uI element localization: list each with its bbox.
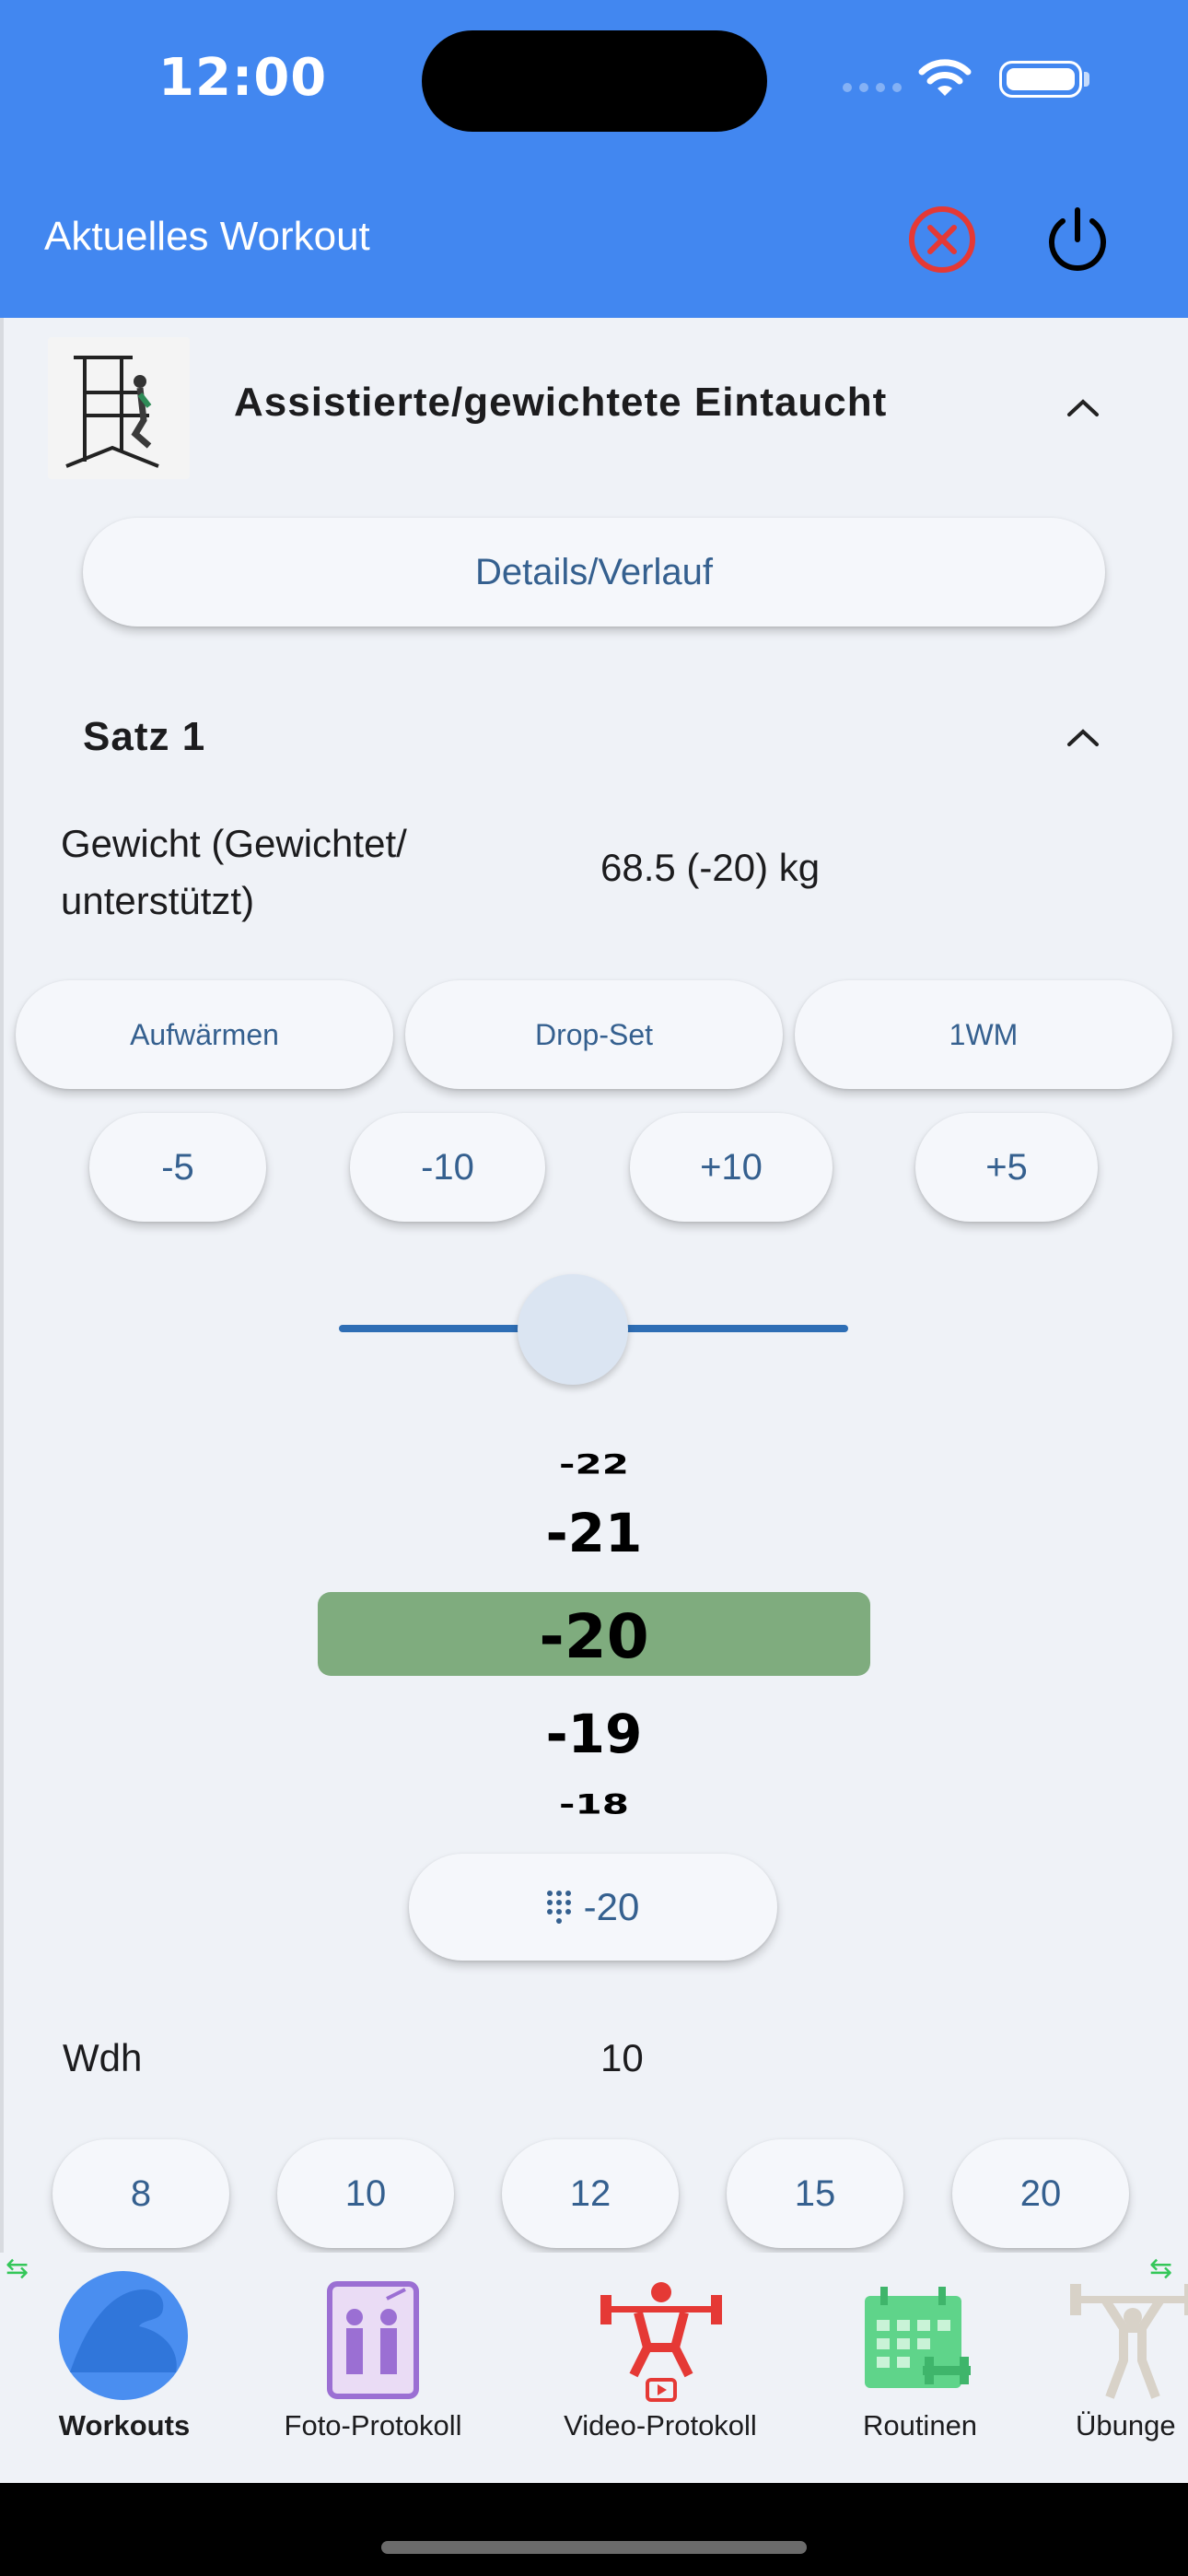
nav-video-log[interactable]: Video-Protokoll bbox=[534, 2253, 787, 2483]
picker-value[interactable]: -21 bbox=[318, 1502, 870, 1564]
dynamic-island bbox=[422, 30, 767, 132]
drop-set-button[interactable]: Drop-Set bbox=[405, 980, 783, 1089]
status-time: 12:00 bbox=[158, 48, 328, 108]
nav-photo-log[interactable]: Foto-Protokoll bbox=[249, 2253, 497, 2483]
picker-value[interactable]: -18 bbox=[318, 1788, 870, 1814]
nav-exercises[interactable]: Übunge bbox=[1059, 2253, 1188, 2483]
nav-label: Übunge bbox=[1076, 2409, 1176, 2441]
step-minus-10-button[interactable]: -10 bbox=[350, 1113, 545, 1222]
home-bar-area bbox=[0, 2483, 1188, 2576]
reps-option-button[interactable]: 8 bbox=[52, 2139, 229, 2248]
picker-value[interactable]: -22 bbox=[318, 1448, 870, 1480]
cancel-workout-button[interactable] bbox=[907, 205, 977, 275]
bottom-navigation: ⇆ ⇆ Workouts Foto-Protokoll Video-Protok… bbox=[0, 2253, 1188, 2483]
reps-option-button[interactable]: 10 bbox=[277, 2139, 454, 2248]
collapse-set-icon[interactable] bbox=[1065, 726, 1101, 748]
warmup-button[interactable]: Aufwärmen bbox=[16, 980, 393, 1089]
battery-icon bbox=[999, 61, 1082, 98]
exercise-thumbnail[interactable] bbox=[48, 337, 190, 479]
weight-slider-thumb[interactable] bbox=[518, 1274, 629, 1385]
set-title: Satz 1 bbox=[83, 714, 206, 759]
details-history-button[interactable]: Details/Verlauf bbox=[83, 518, 1105, 626]
reps-value: 10 bbox=[600, 2036, 644, 2079]
battery-tip bbox=[1084, 72, 1089, 87]
weight-label: Gewicht (Gewichtet/ unterstützt) bbox=[61, 822, 407, 922]
one-rep-max-button[interactable]: 1WM bbox=[795, 980, 1172, 1089]
nav-workouts[interactable]: Workouts bbox=[0, 2253, 249, 2483]
collapse-exercise-icon[interactable] bbox=[1065, 396, 1101, 418]
weight-value: 68.5 (-20) kg bbox=[600, 846, 821, 889]
mirror-photo-icon bbox=[327, 2281, 419, 2399]
home-indicator[interactable] bbox=[381, 2541, 807, 2554]
cellular-signal-icon bbox=[843, 83, 902, 92]
nav-routines[interactable]: Routinen bbox=[810, 2253, 1031, 2483]
exercise-title: Assistierte/gewichtete Eintaucht bbox=[234, 380, 888, 425]
finish-workout-button[interactable] bbox=[1041, 203, 1114, 276]
reps-option-button[interactable]: 12 bbox=[502, 2139, 679, 2248]
keypad-value: -20 bbox=[583, 1885, 640, 1928]
step-plus-5-button[interactable]: +5 bbox=[915, 1113, 1098, 1222]
nav-label: Video-Protokoll bbox=[564, 2409, 757, 2441]
keypad-entry-button[interactable]: -20 bbox=[409, 1854, 777, 1961]
picker-value[interactable]: -19 bbox=[318, 1703, 870, 1765]
weightlifter-video-icon bbox=[600, 2282, 722, 2402]
reps-label: Wdh bbox=[63, 2036, 143, 2079]
reps-option-button[interactable]: 20 bbox=[952, 2139, 1129, 2248]
calendar-dumbbell-icon bbox=[865, 2287, 971, 2388]
keypad-icon bbox=[546, 1891, 571, 1924]
reps-option-button[interactable]: 15 bbox=[727, 2139, 903, 2248]
step-plus-10-button[interactable]: +10 bbox=[630, 1113, 833, 1222]
wifi-icon bbox=[918, 59, 972, 96]
nav-label: Routinen bbox=[862, 2409, 978, 2441]
nav-label: Foto-Protokoll bbox=[284, 2409, 462, 2441]
barbell-person-icon bbox=[1070, 2284, 1188, 2399]
card-edge bbox=[0, 318, 4, 2253]
nav-label: Workouts bbox=[58, 2409, 191, 2441]
step-minus-5-button[interactable]: -5 bbox=[89, 1113, 266, 1222]
page-title: Aktuelles Workout bbox=[44, 214, 370, 259]
biceps-icon bbox=[59, 2271, 188, 2400]
picker-value-selected[interactable]: -20 bbox=[318, 1601, 870, 1672]
